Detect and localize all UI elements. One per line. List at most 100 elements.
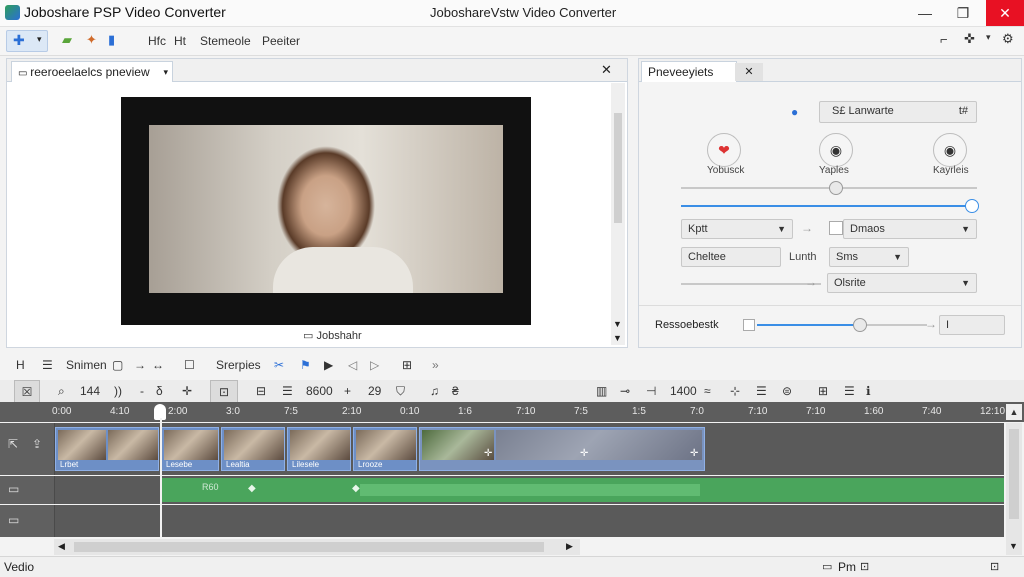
keyframe-icon[interactable]: ◆ xyxy=(352,483,360,494)
close-settings-icon[interactable]: ✕ xyxy=(735,63,763,81)
output-dropdown[interactable]: Dmaos ▼ xyxy=(843,219,977,239)
status-expand-icon[interactable]: ⊡ xyxy=(990,560,999,573)
zoom-icon[interactable]: ⌕ xyxy=(58,380,65,402)
video-clip[interactable]: Lrooze xyxy=(353,427,417,471)
video-frame[interactable] xyxy=(121,97,531,325)
arrow-right-icon[interactable]: → xyxy=(134,354,146,376)
progress-knob[interactable] xyxy=(965,199,979,213)
play-icon[interactable]: ▶ xyxy=(324,354,333,376)
grid-icon[interactable]: ▥ xyxy=(596,380,607,402)
lock-icon[interactable]: ⊜ xyxy=(782,380,792,402)
effect-icon[interactable]: ✦ xyxy=(86,32,97,48)
video-clip[interactable]: Lrbet xyxy=(55,427,159,471)
chevron-down-icon[interactable]: ▾ xyxy=(986,32,991,43)
close-button[interactable]: ✕ xyxy=(986,0,1024,26)
audio-clip[interactable]: R60 ◆ ◆ xyxy=(160,478,704,502)
video-clip-selected[interactable]: ✛ ✛ ✛ xyxy=(419,427,705,471)
resolution-value-field[interactable]: I xyxy=(939,315,1005,335)
trim-handle-icon[interactable]: ✛ xyxy=(580,448,588,459)
checkbox[interactable] xyxy=(829,221,843,235)
stack-icon[interactable]: ☰ xyxy=(756,380,767,402)
timeline-ruler[interactable]: ▲ 0:00 4:10 2:00 3:0 7:5 2:10 0:10 1:6 7:10 7:5 1:… xyxy=(0,402,1024,422)
preset-dropdown[interactable]: S£ Lanwarte t# xyxy=(819,101,977,123)
audio-clip-tail[interactable] xyxy=(704,478,1004,502)
snap-tool-icon[interactable]: ⊡ xyxy=(210,380,238,404)
scroll-thumb[interactable] xyxy=(1009,429,1019,519)
list-icon[interactable]: ☰ xyxy=(844,380,855,402)
format-dropdown[interactable]: Kptt ▼ xyxy=(681,219,793,239)
scroll-right-icon[interactable]: ▶ xyxy=(566,541,573,552)
resolution-slider-knob[interactable] xyxy=(853,318,867,332)
option-dropdown[interactable]: Olsrite ▼ xyxy=(827,273,977,293)
scroll-down-icon[interactable]: ▼ xyxy=(1009,541,1018,551)
settings-icon[interactable]: ✜ xyxy=(964,31,975,47)
frame-icon[interactable]: ☐ xyxy=(184,354,195,376)
edit-icon[interactable]: ▰ xyxy=(62,32,72,48)
add-track-icon[interactable]: ⊹ xyxy=(730,380,740,402)
split-icon[interactable]: δ xyxy=(156,380,163,402)
video-clip[interactable]: Lealtia xyxy=(221,427,285,471)
length-dropdown[interactable]: Sms ▼ xyxy=(829,247,909,267)
menu-item-stemeole[interactable]: Stemeole xyxy=(200,34,251,48)
youtube-icon[interactable]: ❤ xyxy=(707,133,741,167)
minus-icon[interactable]: - xyxy=(140,380,144,402)
timeline-scrollbar[interactable]: ◀ ▶ xyxy=(54,539,580,555)
minimize-button[interactable]: — xyxy=(908,0,942,26)
prev-icon[interactable]: ◁ xyxy=(348,354,357,376)
link-icon[interactable]: ⊸ xyxy=(620,380,630,402)
track-select-icon[interactable]: ⇱ xyxy=(8,437,18,451)
toolbar-label-2[interactable]: Srerpies xyxy=(216,354,261,376)
ruler-scroll-icon[interactable]: ▲ xyxy=(1006,404,1022,420)
audio-icon[interactable]: ♫ xyxy=(430,380,439,402)
resolution-checkbox[interactable] xyxy=(743,319,755,331)
video-clip[interactable]: Lilesele xyxy=(287,427,351,471)
help-icon[interactable]: ⚙ xyxy=(1002,31,1014,47)
close-preview-icon[interactable]: ✕ xyxy=(601,62,612,78)
h-icon[interactable]: H xyxy=(16,354,25,376)
shield-icon[interactable]: ⛉ xyxy=(396,380,405,402)
keyframe-icon[interactable]: ◆ xyxy=(248,483,256,494)
video-clip[interactable]: Lesebe xyxy=(161,427,219,471)
audio-track-icon[interactable]: ▭ xyxy=(8,482,19,496)
device-icon[interactable]: ◉ xyxy=(933,133,967,167)
menu-item-peeiter[interactable]: Peeiter xyxy=(262,34,300,48)
scroll-left-icon[interactable]: ◀ xyxy=(58,541,65,552)
forward-icon[interactable]: » xyxy=(432,354,439,376)
trim-handle-icon[interactable]: ✛ xyxy=(484,448,492,459)
maximize-button[interactable]: ❐ xyxy=(946,0,980,26)
track-add-icon[interactable]: ⇪ xyxy=(32,437,42,451)
comment-icon[interactable]: ▢ xyxy=(112,354,123,376)
insert-icon[interactable]: ⊣ xyxy=(646,380,656,402)
ripple-icon[interactable]: ≈ xyxy=(704,380,711,402)
marker-icon[interactable]: ₴ xyxy=(452,380,459,402)
scroll-thumb[interactable] xyxy=(74,542,544,552)
trim-icon[interactable]: ⊟ xyxy=(256,380,266,402)
filter-icon[interactable]: ⊞ xyxy=(818,380,828,402)
select-tool-icon[interactable]: ☒ xyxy=(14,380,40,404)
preview-scrollbar[interactable]: ▼ ▼ xyxy=(611,83,625,345)
menu-item-ht[interactable]: Ht xyxy=(174,34,186,48)
settings-tab[interactable]: Pneveeyiets xyxy=(641,61,737,82)
cursor-icon[interactable]: ✛ xyxy=(182,380,192,402)
cut-icon[interactable]: ✂ xyxy=(274,354,284,376)
next-icon[interactable]: ▷ xyxy=(370,354,379,376)
crop-icon[interactable]: ▮ xyxy=(108,32,115,48)
info-icon[interactable]: ℹ xyxy=(866,380,871,402)
scroll-down-icon[interactable]: ▼ xyxy=(613,319,622,329)
marker-icon[interactable]: ⚑ xyxy=(300,354,311,376)
plus-icon[interactable]: + xyxy=(344,380,351,402)
align-icon[interactable]: ☰ xyxy=(282,380,293,402)
vertical-scrollbar[interactable]: ▼ xyxy=(1006,423,1022,555)
apple-icon[interactable]: ◉ xyxy=(819,133,853,167)
add-file-icon[interactable]: ✚ ▾ xyxy=(6,30,48,52)
preview-tab[interactable]: ▭ reeroeelaelcs pneview ▾ xyxy=(11,61,173,82)
move-icon[interactable]: ↔ xyxy=(152,354,164,376)
export-icon[interactable]: ⊞ xyxy=(402,354,412,376)
scroll-thumb[interactable] xyxy=(614,113,622,223)
toolbar-label-1[interactable]: Snimen xyxy=(66,354,107,376)
menu-icon[interactable]: ☰ xyxy=(42,354,53,376)
codec-field[interactable]: Cheltee xyxy=(681,247,781,267)
menu-item-hfc[interactable]: Hfc xyxy=(148,34,166,48)
scroll-down-icon[interactable]: ▼ xyxy=(613,333,622,343)
quality-slider-knob[interactable] xyxy=(829,181,843,195)
